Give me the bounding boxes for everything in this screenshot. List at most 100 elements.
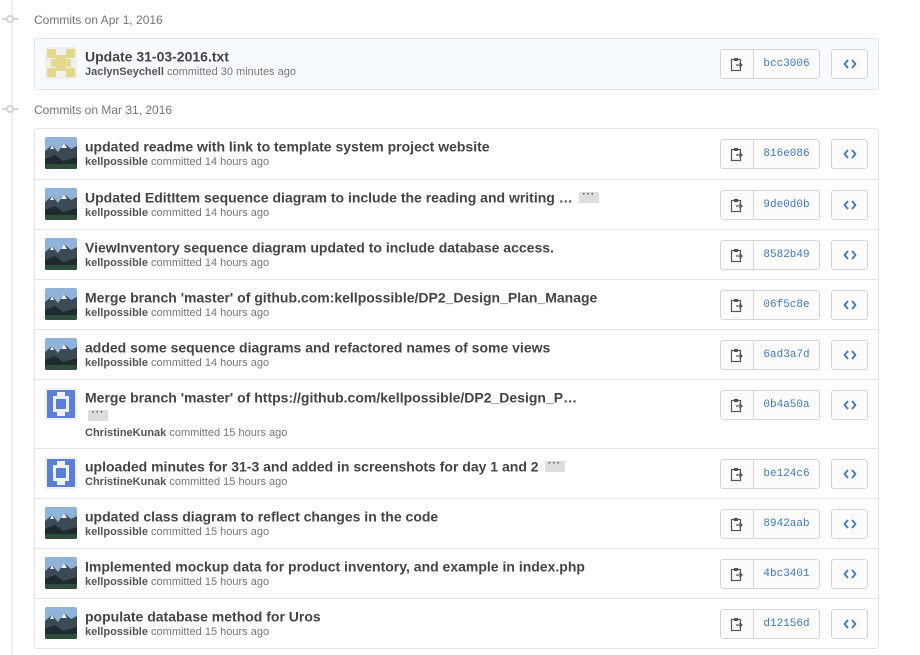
- browse-files-button[interactable]: [831, 49, 868, 79]
- copy-sha-button[interactable]: [720, 190, 754, 220]
- commit-message: ViewInventory sequence diagram updated t…: [85, 237, 708, 256]
- sha-link[interactable]: 06f5c8e: [754, 290, 820, 320]
- author-link[interactable]: JaclynSeychell: [85, 66, 164, 78]
- sha-button-group: 816e086: [720, 139, 820, 169]
- copy-sha-button[interactable]: [720, 139, 754, 169]
- browse-files-button[interactable]: [831, 139, 868, 169]
- sha-button-group: be124c6: [720, 459, 820, 489]
- commit-meta: kellpossible committed 14 hours ago: [85, 156, 269, 168]
- browse-files-button[interactable]: [831, 459, 868, 489]
- commit-time: 30 minutes ago: [220, 66, 296, 78]
- committed-label: committed: [151, 156, 202, 168]
- avatar[interactable]: [45, 188, 77, 220]
- copy-sha-button[interactable]: [720, 609, 754, 639]
- sha-link[interactable]: 4bc3401: [754, 559, 820, 589]
- commit-message: Updated EditItem sequence diagram to inc…: [85, 187, 708, 206]
- committed-label: committed: [151, 626, 202, 638]
- sha-link[interactable]: bcc3006: [754, 49, 820, 79]
- ellipsis-icon[interactable]: ···: [88, 408, 108, 421]
- commit-title-link[interactable]: Update 31-03-2016.txt: [85, 48, 229, 64]
- ellipsis-icon[interactable]: ···: [544, 458, 565, 472]
- commit-title-link[interactable]: Merge branch 'master' of https://github.…: [85, 389, 577, 405]
- clipboard-icon: [730, 147, 744, 162]
- commit-row: Implemented mockup data for product inve…: [35, 548, 878, 598]
- browse-files-button[interactable]: [831, 609, 868, 639]
- author-link[interactable]: kellpossible: [85, 257, 148, 269]
- author-link[interactable]: kellpossible: [85, 156, 148, 168]
- committed-label: committed: [151, 307, 202, 319]
- avatar[interactable]: [45, 338, 77, 370]
- commit-title-link[interactable]: Implemented mockup data for product inve…: [85, 558, 585, 574]
- avatar[interactable]: [45, 457, 77, 489]
- browse-files-button[interactable]: [831, 509, 868, 539]
- sha-link[interactable]: 8942aab: [754, 509, 820, 539]
- browse-files-button[interactable]: [831, 390, 868, 420]
- commit-row: uploaded minutes for 31-3 and added in s…: [35, 448, 878, 498]
- sha-button-group: 9de0d0b: [720, 190, 820, 220]
- avatar[interactable]: [45, 507, 77, 539]
- browse-files-button[interactable]: [831, 190, 868, 220]
- code-brackets-icon: [843, 568, 857, 580]
- commit-title-link[interactable]: Updated EditItem sequence diagram to inc…: [85, 189, 573, 205]
- avatar[interactable]: [45, 238, 77, 270]
- sha-link[interactable]: 8582b49: [754, 240, 820, 270]
- copy-sha-button[interactable]: [720, 559, 754, 589]
- clipboard-icon: [730, 617, 744, 632]
- commit-row: Updated EditItem sequence diagram to inc…: [35, 179, 878, 229]
- avatar[interactable]: [45, 137, 77, 169]
- sha-button-group: 8582b49: [720, 240, 820, 270]
- commit-title-link[interactable]: updated readme with link to template sys…: [85, 138, 490, 154]
- sha-link[interactable]: d12156d: [754, 609, 820, 639]
- commit-message: Merge branch 'master' of https://github.…: [85, 387, 708, 406]
- copy-sha-button[interactable]: [720, 240, 754, 270]
- copy-sha-button[interactable]: [720, 509, 754, 539]
- committed-label: committed: [151, 526, 202, 538]
- commit-message: populate database method for Uros: [85, 606, 708, 625]
- sha-link[interactable]: 816e086: [754, 139, 820, 169]
- sha-link[interactable]: 9de0d0b: [754, 190, 820, 220]
- commit-title-link[interactable]: Merge branch 'master' of github.com:kell…: [85, 289, 597, 305]
- author-link[interactable]: kellpossible: [85, 526, 148, 538]
- code-brackets-icon: [843, 299, 857, 311]
- commit-row: Merge branch 'master' of https://github.…: [35, 379, 878, 448]
- copy-sha-button[interactable]: [720, 49, 754, 79]
- browse-files-button[interactable]: [831, 559, 868, 589]
- commit-row: Update 31-03-2016.txt JaclynSeychell comm…: [35, 39, 878, 89]
- avatar[interactable]: [45, 557, 77, 589]
- commit-meta: kellpossible committed 15 hours ago: [85, 526, 269, 538]
- author-link[interactable]: kellpossible: [85, 207, 148, 219]
- commit-title-link[interactable]: ViewInventory sequence diagram updated t…: [85, 239, 554, 255]
- avatar[interactable]: [45, 47, 77, 79]
- author-link[interactable]: kellpossible: [85, 357, 148, 369]
- avatar[interactable]: [45, 607, 77, 639]
- clipboard-icon: [730, 348, 744, 363]
- sha-link[interactable]: be124c6: [754, 459, 820, 489]
- code-brackets-icon: [843, 518, 857, 530]
- browse-files-button[interactable]: [831, 340, 868, 370]
- browse-files-button[interactable]: [831, 290, 868, 320]
- sha-link[interactable]: 0b4a50a: [754, 390, 820, 420]
- copy-sha-button[interactable]: [720, 390, 754, 420]
- commit-time: 15 hours ago: [223, 476, 288, 488]
- code-brackets-icon: [843, 399, 857, 411]
- commit-title-link[interactable]: populate database method for Uros: [85, 608, 321, 624]
- copy-sha-button[interactable]: [720, 290, 754, 320]
- day-label: Commits on Mar 31, 2016: [34, 103, 173, 117]
- ellipsis-icon[interactable]: ···: [578, 189, 599, 203]
- sha-link[interactable]: 6ad3a7d: [754, 340, 820, 370]
- author-link[interactable]: ChristineKunak: [85, 476, 166, 488]
- copy-sha-button[interactable]: [720, 340, 754, 370]
- commit-title-link[interactable]: added some sequence diagrams and refacto…: [85, 339, 550, 355]
- commit-time: 14 hours ago: [204, 307, 270, 319]
- browse-files-button[interactable]: [831, 240, 868, 270]
- commit-title-link[interactable]: uploaded minutes for 31-3 and added in s…: [85, 458, 539, 474]
- avatar[interactable]: [45, 388, 77, 420]
- committed-label: committed: [169, 476, 221, 488]
- author-link[interactable]: kellpossible: [85, 576, 148, 588]
- commit-title-link[interactable]: updated class diagram to reflect changes…: [85, 508, 438, 524]
- copy-sha-button[interactable]: [720, 459, 754, 489]
- author-link[interactable]: kellpossible: [85, 307, 148, 319]
- author-link[interactable]: kellpossible: [85, 626, 148, 638]
- author-link[interactable]: ChristineKunak: [85, 427, 166, 439]
- avatar[interactable]: [45, 288, 77, 320]
